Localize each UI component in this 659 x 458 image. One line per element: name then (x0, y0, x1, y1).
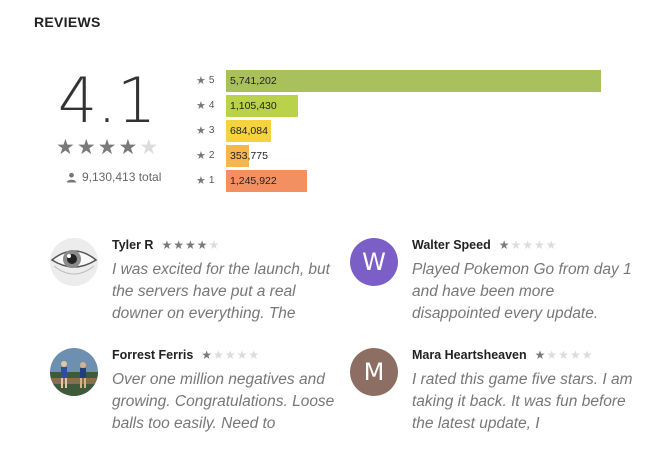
histogram-label: ★ 3 (196, 124, 222, 137)
star-empty-icon: ★ (213, 348, 225, 362)
histogram-row-1: ★ 1 1,245,922 (196, 170, 616, 195)
star-empty-icon: ★ (546, 348, 559, 362)
histogram-count: 1,105,430 (230, 100, 277, 112)
star-icon: ★ (196, 75, 206, 87)
review-stars: ★★★★★ (201, 348, 260, 362)
text-fade (280, 413, 320, 435)
histogram-row-5: ★ 5 5,741,202 (196, 70, 616, 95)
star-filled-icon: ★ (76, 136, 98, 159)
histogram-label: ★ 2 (196, 149, 222, 162)
review-stars: ★★★★★ (535, 348, 594, 362)
star-filled-icon: ★ (498, 238, 511, 252)
review-text: I was excited for the launch, but the se… (112, 261, 330, 322)
star-empty-icon: ★ (248, 348, 261, 362)
histogram-label: ★ 1 (196, 174, 222, 187)
histogram-row-4: ★ 4 1,105,430 (196, 95, 616, 120)
star-filled-icon: ★ (118, 136, 140, 159)
review-text: I rated this game five stars. I am takin… (412, 371, 633, 432)
star-empty-icon: ★ (208, 238, 221, 252)
histogram-star-number: 1 (208, 175, 215, 186)
star-empty-icon: ★ (522, 238, 535, 252)
star-empty-icon: ★ (224, 348, 237, 362)
person-icon (66, 172, 77, 183)
average-rating-stars: ★★★★★ (56, 136, 176, 160)
review-card[interactable]: W Walter Speed ★★★★★ Played Pokemon Go f… (350, 238, 632, 338)
total-ratings-label: 9,130,413 total (82, 170, 162, 184)
total-ratings: 9,130,413 total (66, 170, 161, 184)
avatar[interactable] (50, 238, 98, 286)
reviewer-name: Walter Speed (412, 238, 491, 252)
avatar[interactable]: M (350, 348, 398, 396)
histogram-bar (226, 70, 601, 92)
histogram-star-number: 4 (208, 100, 215, 111)
review-stars: ★★★★★ (161, 238, 220, 252)
runners-photo-icon (50, 348, 98, 396)
star-filled-icon: ★ (97, 136, 119, 159)
histogram-star-number: 3 (208, 125, 215, 136)
star-empty-icon: ★ (558, 348, 570, 362)
star-filled-icon: ★ (173, 238, 185, 252)
avatar-letter: W (362, 248, 386, 276)
review-stars: ★★★★★ (499, 238, 558, 252)
histogram-count: 5,741,202 (230, 75, 277, 87)
avatar-letter: M (363, 358, 385, 386)
star-empty-icon: ★ (569, 348, 582, 362)
star-icon: ★ (196, 125, 206, 137)
star-icon: ★ (196, 150, 206, 162)
reviewer-name: Tyler R (112, 238, 154, 252)
review-text: Played Pokemon Go from day 1 and have be… (412, 261, 632, 322)
histogram-count: 353,775 (230, 150, 268, 162)
star-empty-icon: ★ (534, 238, 546, 252)
star-filled-icon: ★ (184, 238, 197, 252)
section-title: REVIEWS (34, 14, 101, 30)
star-empty-icon: ★ (236, 348, 249, 362)
histogram-label: ★ 4 (196, 99, 222, 112)
star-empty-icon: ★ (581, 348, 594, 362)
avatar[interactable]: W (350, 238, 398, 286)
review-card[interactable]: M Mara Heartsheaven ★★★★★ I rated this g… (350, 348, 633, 448)
histogram-star-number: 5 (208, 75, 215, 86)
star-empty-icon: ★ (139, 136, 161, 159)
reviewer-name: Mara Heartsheaven (412, 348, 527, 362)
review-card[interactable]: Tyler R ★★★★★ I was excited for the laun… (50, 238, 330, 338)
histogram-row-3: ★ 3 684,084 (196, 120, 616, 145)
average-score: 4.1 (57, 64, 157, 137)
review-card[interactable]: Forrest Ferris ★★★★★ Over one million ne… (50, 348, 334, 448)
eye-icon (50, 238, 98, 286)
avatar[interactable] (50, 348, 98, 396)
star-filled-icon: ★ (196, 238, 209, 252)
star-icon: ★ (196, 100, 206, 112)
rating-histogram: ★ 5 5,741,202 ★ 4 1,105,430 ★ 3 684,084 ★ 2 353,775… (196, 70, 616, 195)
histogram-label: ★ 5 (196, 74, 222, 87)
histogram-star-number: 2 (208, 150, 215, 161)
star-empty-icon: ★ (510, 238, 523, 252)
star-filled-icon: ★ (201, 348, 214, 362)
star-icon: ★ (196, 175, 206, 187)
histogram-count: 1,245,922 (230, 175, 277, 187)
star-empty-icon: ★ (545, 238, 558, 252)
histogram-count: 684,084 (230, 125, 268, 137)
star-filled-icon: ★ (534, 348, 547, 362)
star-filled-icon: ★ (56, 136, 77, 159)
histogram-row-2: ★ 2 353,775 (196, 145, 616, 170)
star-filled-icon: ★ (161, 238, 174, 252)
reviewer-name: Forrest Ferris (112, 348, 194, 362)
